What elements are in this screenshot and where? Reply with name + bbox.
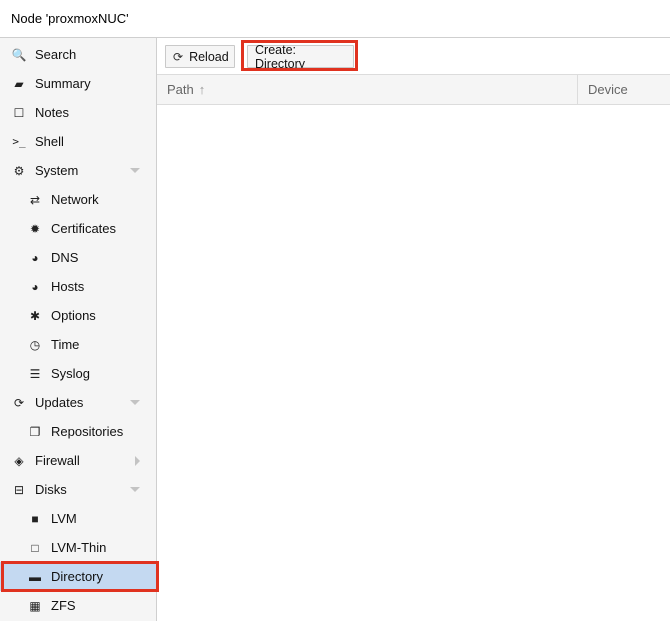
- create-directory-button[interactable]: Create: Directory: [247, 42, 354, 71]
- page-title: Node 'proxmoxNUC': [11, 11, 129, 26]
- gear-icon: ✱: [29, 308, 41, 323]
- sidebar-item-label: Time: [51, 337, 80, 352]
- sidebar-item-label: Updates: [35, 395, 84, 410]
- sidebar-item-label: DNS: [51, 250, 79, 265]
- sidebar-item-disks[interactable]: ⊟ Disks: [0, 475, 156, 504]
- sidebar-item-label: Certificates: [51, 221, 117, 236]
- sidebar-item-label: Shell: [35, 134, 64, 149]
- sidebar-item-label: Network: [51, 192, 99, 207]
- shield-icon: ◈: [14, 453, 24, 468]
- chevron-down-icon[interactable]: [130, 400, 140, 405]
- sidebar-item-label: Options: [51, 308, 96, 323]
- search-icon: 🔍: [11, 47, 27, 62]
- sidebar-item-dns[interactable]: ◕ DNS: [0, 243, 156, 272]
- sidebar-item-notes[interactable]: ☐ Notes: [0, 98, 156, 127]
- sidebar-item-lvm-thin[interactable]: □ LVM-Thin: [0, 533, 156, 562]
- chevron-down-icon[interactable]: [130, 168, 140, 173]
- column-device-label: Device: [588, 82, 628, 97]
- toolbar: ⟳ Reload Create: Directory: [157, 38, 670, 74]
- list-icon: ☰: [29, 366, 41, 381]
- globe-icon: ◕: [31, 279, 39, 294]
- sidebar-item-updates[interactable]: ⟳ Updates: [0, 388, 156, 417]
- reload-button[interactable]: ⟳ Reload: [165, 45, 235, 68]
- chevron-right-icon[interactable]: [135, 456, 140, 466]
- sidebar-item-directory[interactable]: ▬ Directory: [0, 562, 156, 591]
- note-icon: ☐: [13, 105, 25, 120]
- sidebar-item-network[interactable]: ⇄ Network: [0, 185, 156, 214]
- sidebar-item-hosts[interactable]: ◕ Hosts: [0, 272, 156, 301]
- terminal-icon: >_: [12, 135, 26, 148]
- reload-label: Reload: [189, 49, 229, 64]
- sidebar-item-shell[interactable]: >_ Shell: [0, 127, 156, 156]
- clock-icon: ◷: [29, 337, 41, 352]
- sidebar-item-label: LVM: [51, 511, 77, 526]
- globe-icon: ◕: [31, 250, 39, 265]
- files-icon: ❐: [29, 424, 41, 439]
- book-icon: ▰: [14, 76, 24, 91]
- sidebar-item-label: LVM-Thin: [51, 540, 107, 555]
- folder-icon: ▬: [29, 569, 41, 584]
- column-path-label: Path: [167, 82, 194, 97]
- sidebar-item-label: Repositories: [51, 424, 124, 439]
- sidebar-item-label: Notes: [35, 105, 69, 120]
- sidebar-item-label: Directory: [51, 569, 104, 584]
- sidebar-item-syslog[interactable]: ☰ Syslog: [0, 359, 156, 388]
- sidebar: 🔍 Search ▰ Summary ☐ Notes >_ Shell ⚙ System ⇄ Netw…: [0, 38, 157, 621]
- chevron-down-icon[interactable]: [130, 487, 140, 492]
- grid-body: [157, 105, 670, 621]
- sidebar-item-summary[interactable]: ▰ Summary: [0, 69, 156, 98]
- column-separator[interactable]: [577, 75, 578, 104]
- sidebar-item-system[interactable]: ⚙ System: [0, 156, 156, 185]
- exchange-icon: ⇄: [29, 192, 41, 207]
- sidebar-item-label: Syslog: [51, 366, 91, 381]
- column-header-path[interactable]: Path ↑: [167, 75, 205, 104]
- sidebar-item-label: Hosts: [51, 279, 85, 294]
- sidebar-item-label: Firewall: [35, 453, 80, 468]
- refresh-icon: ⟳: [173, 49, 184, 64]
- sidebar-item-zfs[interactable]: ▦ ZFS: [0, 591, 156, 620]
- column-header-device[interactable]: Device: [588, 75, 628, 104]
- sidebar-item-options[interactable]: ✱ Options: [0, 301, 156, 330]
- sidebar-item-label: Search: [35, 47, 77, 62]
- sidebar-item-certificates[interactable]: ✹ Certificates: [0, 214, 156, 243]
- page-titlebar: Node 'proxmoxNUC': [0, 0, 670, 38]
- cogs-icon: ⚙: [13, 163, 25, 178]
- sidebar-item-label: ZFS: [51, 598, 76, 613]
- sidebar-item-label: Summary: [35, 76, 91, 91]
- sidebar-item-label: System: [35, 163, 79, 178]
- sidebar-item-repositories[interactable]: ❐ Repositories: [0, 417, 156, 446]
- grid-icon: ▦: [29, 598, 41, 613]
- hdd-icon: ⊟: [13, 482, 25, 497]
- create-directory-label: Create: Directory: [255, 42, 306, 71]
- sidebar-item-lvm[interactable]: ■ LVM: [0, 504, 156, 533]
- sidebar-item-firewall[interactable]: ◈ Firewall: [0, 446, 156, 475]
- sidebar-item-label: Disks: [35, 482, 67, 497]
- square-icon: ■: [31, 511, 39, 526]
- refresh-icon: ⟳: [13, 395, 25, 410]
- sidebar-item-time[interactable]: ◷ Time: [0, 330, 156, 359]
- square-outline-icon: □: [31, 540, 39, 555]
- sort-arrow-icon: ↑: [198, 82, 206, 97]
- certificate-icon: ✹: [29, 221, 41, 236]
- sidebar-item-search[interactable]: 🔍 Search: [0, 40, 156, 69]
- grid-header: Path ↑ Device: [157, 74, 670, 105]
